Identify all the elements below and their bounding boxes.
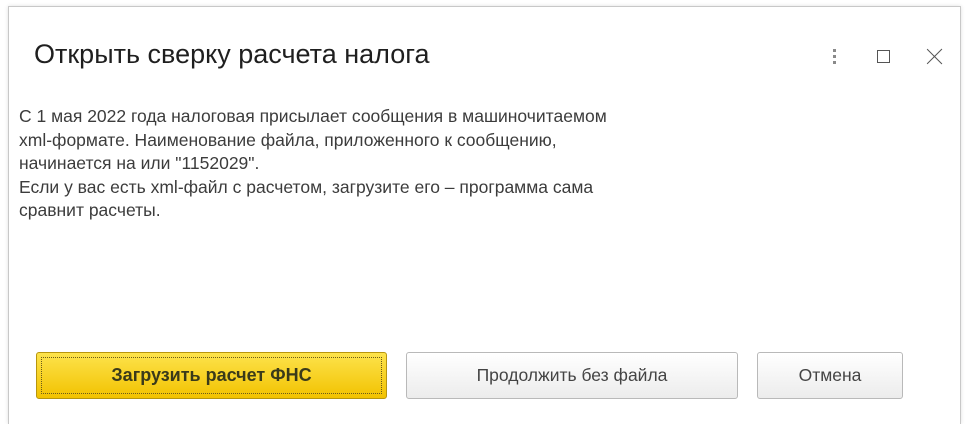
maximize-icon [876, 49, 890, 63]
cancel-button[interactable]: Отмена [757, 352, 903, 399]
message-line: С 1 мая 2022 года налоговая присылает со… [19, 106, 607, 126]
message-line: xml-формате. Наименование файла, приложе… [19, 129, 557, 150]
upload-fns-calculation-button[interactable]: Загрузить расчет ФНС [36, 352, 387, 399]
dialog-title: Открыть сверку расчета налога [34, 39, 430, 69]
cancel-button-label: Отмена [798, 365, 862, 385]
upload-button-label: Загрузить расчет ФНС [111, 365, 312, 385]
message-line: начинается на или "1152029". [19, 153, 260, 173]
close-button[interactable] [920, 41, 948, 71]
continue-button-label: Продолжить без файла [476, 365, 668, 385]
dialog-message: С 1 мая 2022 года налоговая присылает со… [19, 105, 939, 223]
message-line: Если у вас есть xml-файл с расчетом, заг… [19, 176, 594, 197]
message-line: сравнит расчеты. [19, 200, 161, 220]
more-actions-button[interactable] [820, 41, 848, 71]
vertical-dots-icon [832, 48, 836, 64]
dialog-window: Открыть сверку расчета налога С 1 мая 20… [8, 6, 961, 424]
maximize-button[interactable] [869, 41, 897, 71]
continue-without-file-button[interactable]: Продолжить без файла [406, 352, 738, 399]
close-icon [926, 48, 943, 65]
